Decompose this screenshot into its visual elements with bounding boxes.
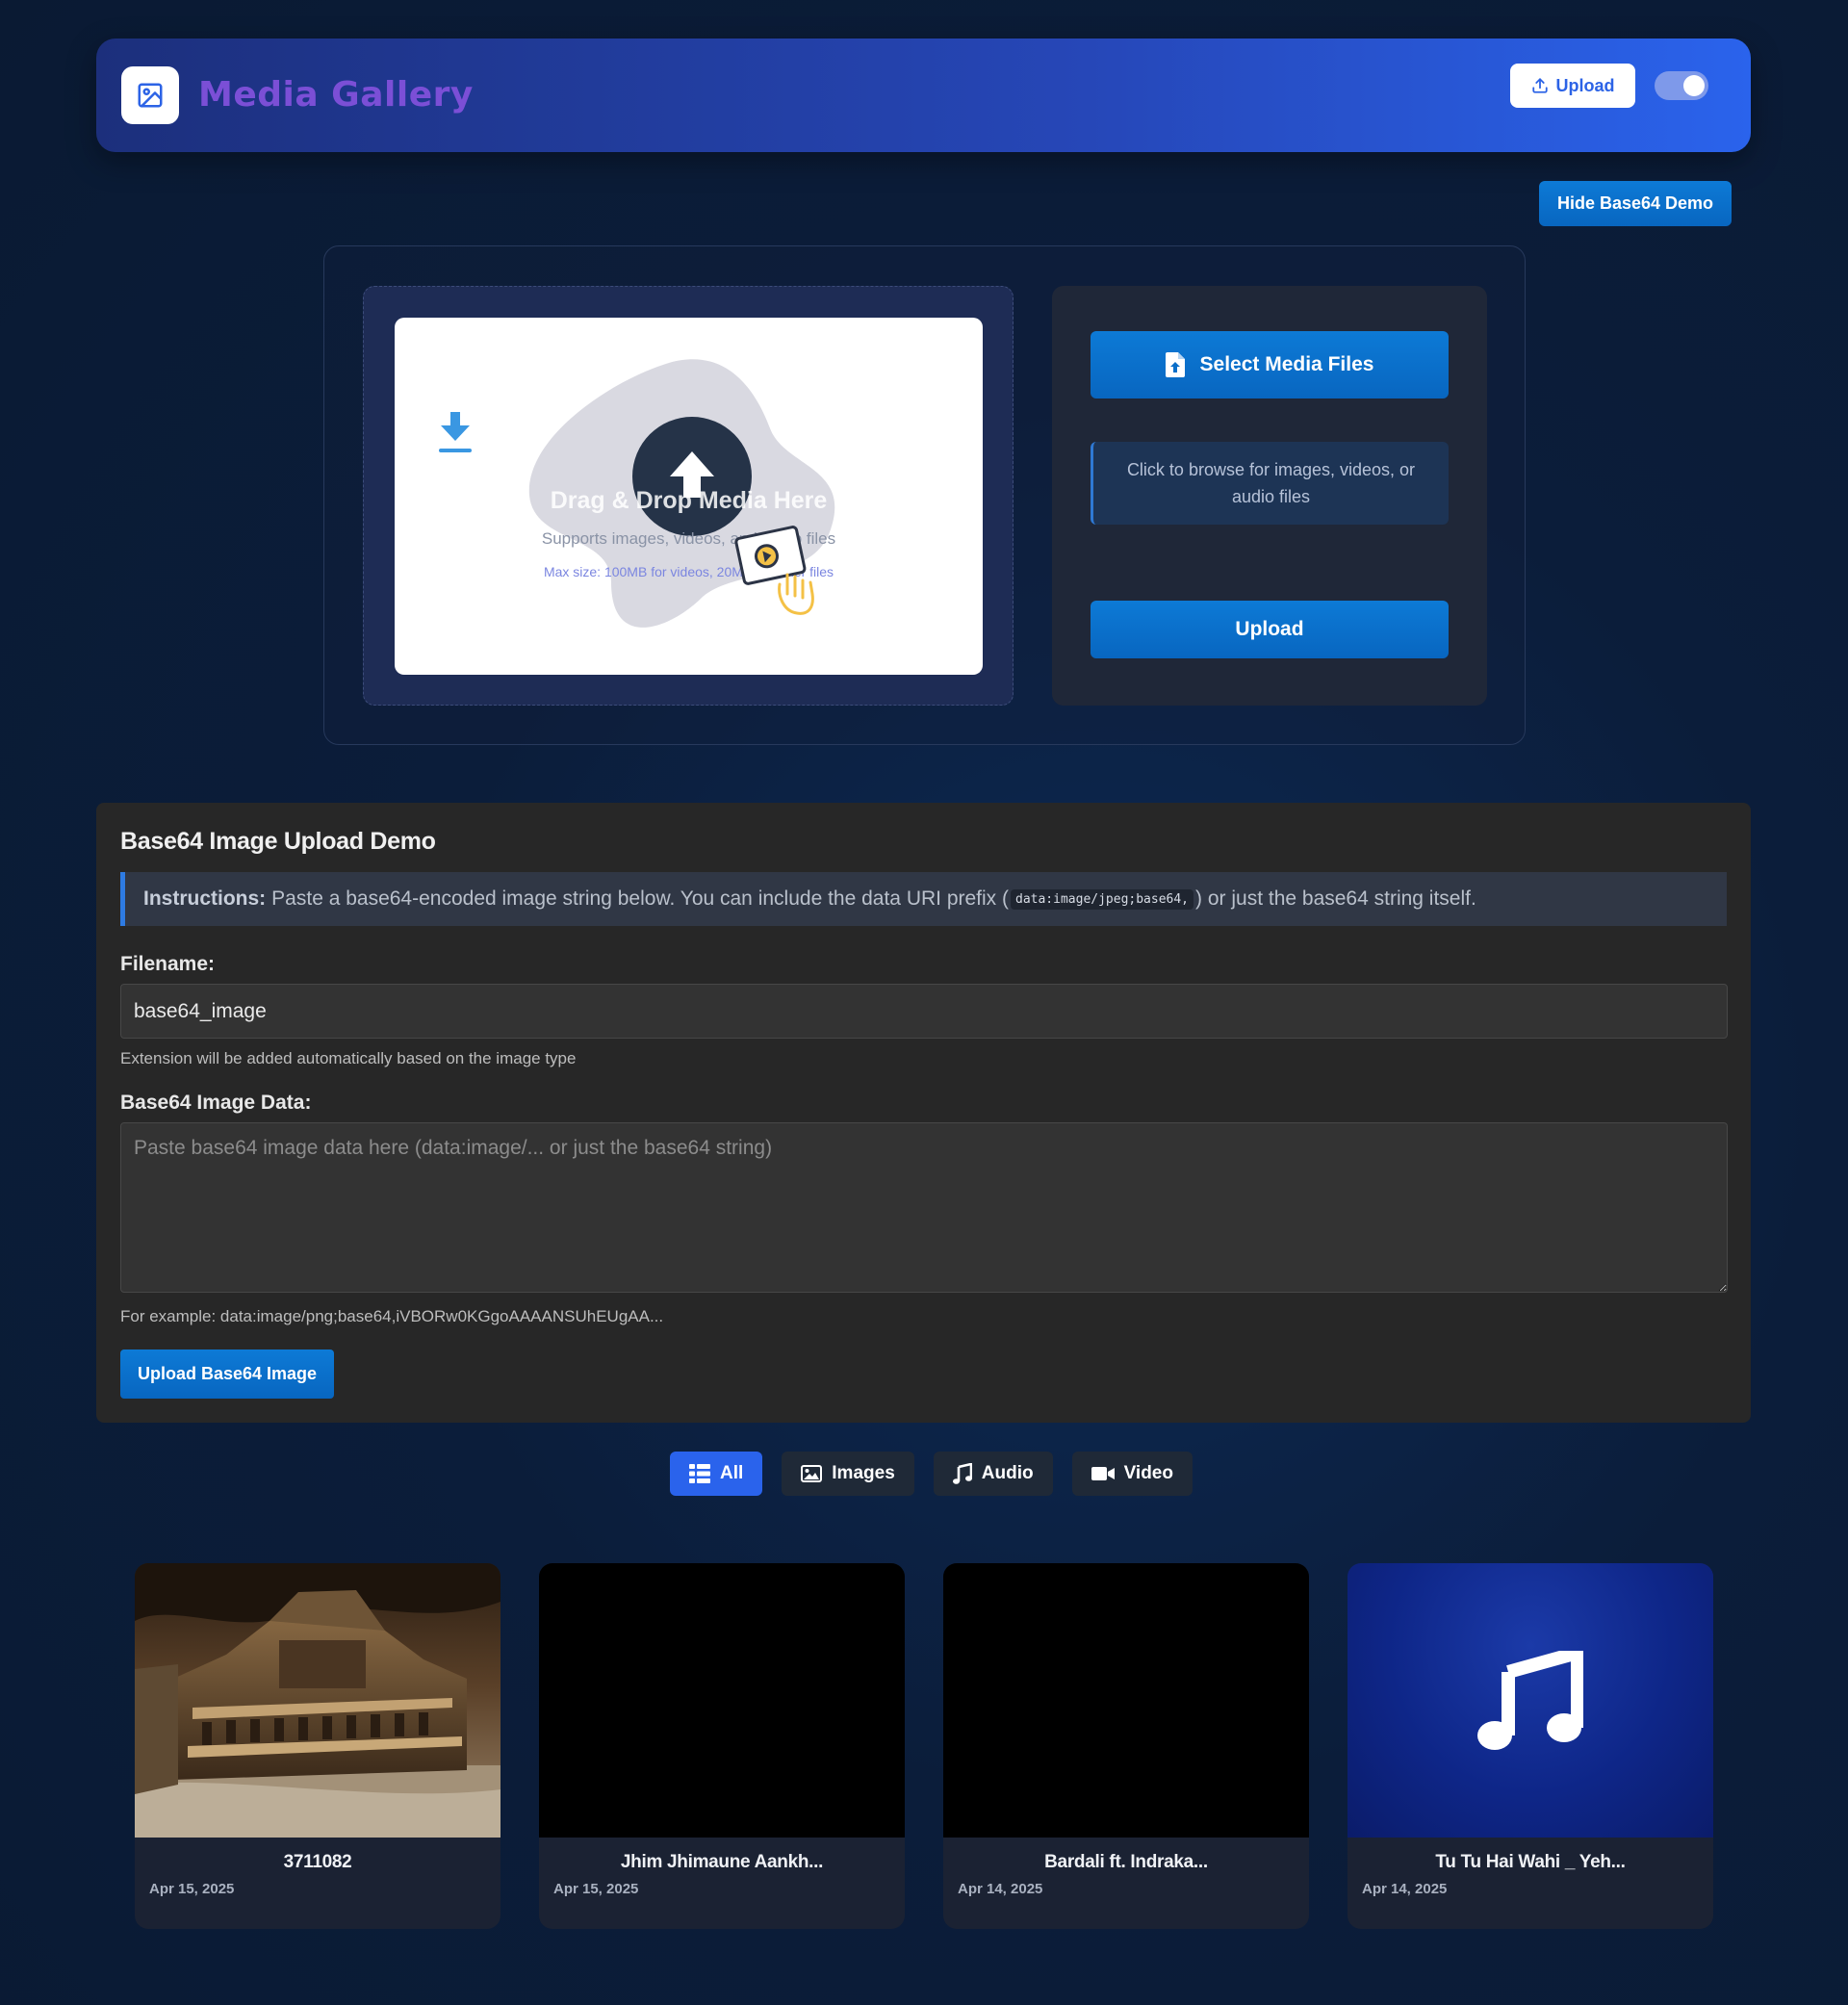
- data-uri-code: data:image/jpeg;base64,: [1011, 888, 1194, 910]
- music-note-icon: [1477, 1650, 1583, 1750]
- dropzone-title: Drag & Drop Media Here: [550, 487, 828, 514]
- dropzone-card[interactable]: Drag & Drop Media Here Supports images, …: [395, 318, 983, 675]
- upload-base64-image-button[interactable]: Upload Base64 Image: [120, 1350, 334, 1399]
- upload-arrow-icon: [632, 417, 752, 536]
- tab-images-label: Images: [832, 1463, 895, 1483]
- media-thumbnail-video[interactable]: [539, 1563, 905, 1838]
- media-thumbnail-audio[interactable]: [1348, 1563, 1713, 1838]
- tab-images[interactable]: Images: [782, 1452, 914, 1496]
- hide-base64-demo-button[interactable]: Hide Base64 Demo: [1539, 181, 1732, 226]
- tab-all-label: All: [720, 1463, 744, 1483]
- image-icon: [801, 1465, 823, 1482]
- filename-input[interactable]: [120, 984, 1728, 1039]
- tab-video-label: Video: [1123, 1463, 1173, 1483]
- base64-example-text: For example: data:image/png;base64,iVBOR…: [120, 1307, 664, 1325]
- filename-label: Filename:: [120, 953, 216, 975]
- file-upload-icon: [1165, 352, 1185, 377]
- app-header: Media Gallery Upload: [96, 39, 1751, 152]
- upload-icon: [1531, 78, 1548, 93]
- tab-all[interactable]: All: [670, 1452, 763, 1496]
- tab-audio[interactable]: Audio: [933, 1452, 1053, 1496]
- media-title: Jhim Jhimaune Aankh...: [620, 1852, 824, 1872]
- instructions-box: Instructions: Paste a base64-encoded ima…: [120, 872, 1727, 926]
- theme-toggle[interactable]: [1655, 71, 1708, 100]
- logo-image-icon: [121, 66, 179, 124]
- filename-hint: Extension will be added automatically ba…: [120, 1049, 577, 1067]
- media-card[interactable]: Tu Tu Hai Wahi _ Yeh... Apr 14, 2025: [1348, 1563, 1713, 1929]
- base64-data-label: Base64 Image Data:: [120, 1092, 312, 1114]
- select-media-files-button[interactable]: Select Media Files: [1091, 331, 1449, 398]
- file-select-box: Select Media Files Click to browse for i…: [1052, 286, 1487, 706]
- media-date: Apr 15, 2025: [149, 1881, 235, 1897]
- header-upload-button[interactable]: Upload: [1510, 64, 1635, 108]
- instructions-text-2: ) or just the base64 string itself.: [1195, 887, 1476, 910]
- tab-video[interactable]: Video: [1071, 1452, 1193, 1496]
- download-icon: [437, 412, 474, 459]
- tab-audio-label: Audio: [981, 1463, 1034, 1483]
- toggle-knob: [1683, 75, 1705, 96]
- media-thumbnail-video[interactable]: [943, 1563, 1309, 1838]
- media-grid: 3711082 Apr 15, 2025 Jhim Jhimaune Aankh…: [135, 1563, 1713, 1929]
- media-title: Tu Tu Hai Wahi _ Yeh...: [1435, 1852, 1626, 1872]
- dropzone[interactable]: Drag & Drop Media Here Supports images, …: [363, 286, 1014, 706]
- select-media-files-label: Select Media Files: [1199, 353, 1374, 375]
- media-card-hand-icon: [734, 526, 814, 615]
- video-icon: [1091, 1467, 1115, 1480]
- music-icon: [952, 1463, 972, 1484]
- media-title: 3711082: [283, 1852, 352, 1872]
- dropzone-subtitle: Supports images, videos, and audio files: [541, 529, 836, 548]
- filter-tabs: All Images Audio Video: [670, 1452, 1193, 1496]
- media-date: Apr 15, 2025: [553, 1881, 639, 1897]
- media-title: Bardali ft. Indraka...: [1044, 1852, 1208, 1872]
- base64-data-textarea[interactable]: [120, 1122, 1728, 1293]
- media-card[interactable]: Bardali ft. Indraka... Apr 14, 2025: [943, 1563, 1309, 1929]
- app-title: Media Gallery: [198, 75, 474, 115]
- media-date: Apr 14, 2025: [958, 1881, 1043, 1897]
- browse-info-text: Click to browse for images, videos, or a…: [1091, 442, 1449, 525]
- instructions-label: Instructions:: [143, 887, 267, 910]
- media-card[interactable]: Jhim Jhimaune Aankh... Apr 15, 2025: [539, 1563, 905, 1929]
- base64-title: Base64 Image Upload Demo: [120, 828, 436, 855]
- media-date: Apr 14, 2025: [1362, 1881, 1448, 1897]
- upload-button[interactable]: Upload: [1091, 601, 1449, 658]
- upload-panel: Drag & Drop Media Here Supports images, …: [323, 245, 1526, 745]
- media-card[interactable]: 3711082 Apr 15, 2025: [135, 1563, 500, 1929]
- dropzone-limits: Max size: 100MB for videos, 20MB for oth…: [543, 564, 834, 579]
- header-upload-label: Upload: [1555, 75, 1615, 95]
- list-icon: [689, 1464, 710, 1483]
- instructions-text-1: Paste a base64-encoded image string belo…: [271, 887, 1009, 910]
- media-thumbnail-temple-image[interactable]: [135, 1563, 500, 1838]
- base64-demo-section: Base64 Image Upload Demo Instructions: P…: [96, 803, 1751, 1423]
